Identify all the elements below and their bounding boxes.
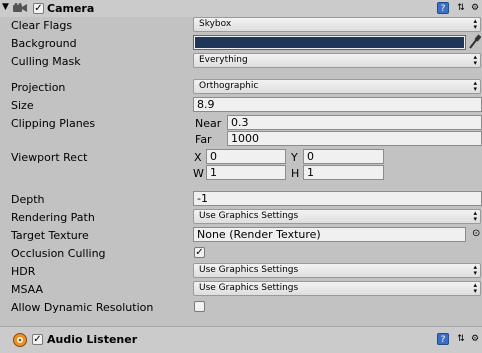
viewport-x-label: X [194, 151, 202, 164]
dropdown-arrow-icon: ▴ ▾ [473, 281, 477, 295]
msaa-value: Use Graphics Settings [199, 283, 299, 293]
viewport-w-input[interactable]: 1 [206, 165, 286, 180]
occlusion-culling-checkbox[interactable]: ✓ [194, 247, 205, 258]
viewport-h-input[interactable]: 1 [303, 165, 384, 180]
object-picker-icon[interactable]: ⊙ [472, 228, 480, 239]
preset-icon[interactable]: ⇅ [455, 2, 467, 14]
viewport-x-input[interactable]: 0 [206, 149, 286, 164]
far-label: Far [195, 133, 212, 146]
near-input[interactable]: 0.3 [227, 115, 482, 130]
background-color-field[interactable] [193, 35, 466, 50]
far-input[interactable]: 1000 [227, 131, 482, 146]
component-title: Audio Listener [47, 333, 138, 346]
component-title: Camera [47, 2, 95, 15]
foldout-arrow-icon[interactable]: ▼ [2, 2, 9, 12]
clear-flags-label: Clear Flags [11, 19, 73, 32]
gear-icon[interactable]: ⚙ [469, 333, 481, 345]
msaa-dropdown[interactable]: Use Graphics Settings ▴ ▾ [193, 281, 481, 296]
projection-label: Projection [11, 81, 66, 94]
clear-flags-value: Skybox [199, 19, 232, 29]
allow-dynamic-resolution-label: Allow Dynamic Resolution [11, 301, 154, 314]
allow-dynamic-resolution-checkbox[interactable] [194, 301, 205, 312]
camera-enabled-checkbox[interactable]: ✓ [33, 3, 44, 14]
camera-component-header: ▼ ✓ Camera ? ⇅ ⚙ [0, 0, 482, 17]
hdr-value: Use Graphics Settings [199, 265, 299, 275]
dropdown-arrow-icon: ▴ ▾ [473, 53, 477, 67]
camera-icon [13, 3, 27, 13]
projection-dropdown[interactable]: Orthographic ▴ ▾ [193, 79, 481, 94]
viewport-rect-label: Viewport Rect [11, 151, 88, 164]
audio-listener-component-header: ✓ Audio Listener ? ⇅ ⚙ [0, 326, 482, 353]
dropdown-arrow-icon: ▴ ▾ [473, 17, 477, 31]
occlusion-culling-label: Occlusion Culling [11, 247, 106, 260]
clear-flags-dropdown[interactable]: Skybox ▴ ▾ [193, 17, 481, 32]
viewport-w-label: W [193, 167, 204, 180]
help-icon[interactable]: ? [437, 333, 449, 345]
msaa-label: MSAA [11, 283, 44, 296]
background-color-swatch [195, 37, 464, 48]
preset-icon[interactable]: ⇅ [455, 333, 467, 345]
rendering-path-value: Use Graphics Settings [199, 211, 299, 221]
rendering-path-dropdown[interactable]: Use Graphics Settings ▴ ▾ [193, 209, 481, 224]
clipping-planes-label: Clipping Planes [11, 117, 96, 130]
size-label: Size [11, 99, 34, 112]
viewport-y-label: Y [291, 151, 298, 164]
dropdown-arrow-icon: ▴ ▾ [473, 263, 477, 277]
target-texture-field[interactable]: None (Render Texture) [193, 227, 466, 242]
help-icon[interactable]: ? [437, 2, 449, 14]
depth-label: Depth [11, 193, 45, 206]
culling-mask-dropdown[interactable]: Everything ▴ ▾ [193, 53, 481, 68]
background-label: Background [11, 37, 77, 50]
dropdown-arrow-icon: ▴ ▾ [473, 209, 477, 223]
eyedropper-icon[interactable] [468, 34, 482, 50]
projection-value: Orthographic [199, 81, 259, 91]
viewport-h-label: H [291, 167, 300, 180]
audio-listener-icon [13, 333, 27, 347]
hdr-dropdown[interactable]: Use Graphics Settings ▴ ▾ [193, 263, 481, 278]
rendering-path-label: Rendering Path [11, 211, 95, 224]
viewport-y-input[interactable]: 0 [303, 149, 384, 164]
near-label: Near [195, 117, 222, 130]
dropdown-arrow-icon: ▴ ▾ [473, 79, 477, 93]
target-texture-label: Target Texture [11, 229, 89, 242]
gear-icon[interactable]: ⚙ [469, 2, 481, 14]
size-input[interactable]: 8.9 [193, 97, 482, 112]
audio-listener-enabled-checkbox[interactable]: ✓ [32, 334, 43, 345]
hdr-label: HDR [11, 265, 36, 278]
depth-input[interactable]: -1 [193, 191, 482, 206]
culling-mask-label: Culling Mask [11, 55, 81, 68]
culling-mask-value: Everything [199, 55, 248, 65]
